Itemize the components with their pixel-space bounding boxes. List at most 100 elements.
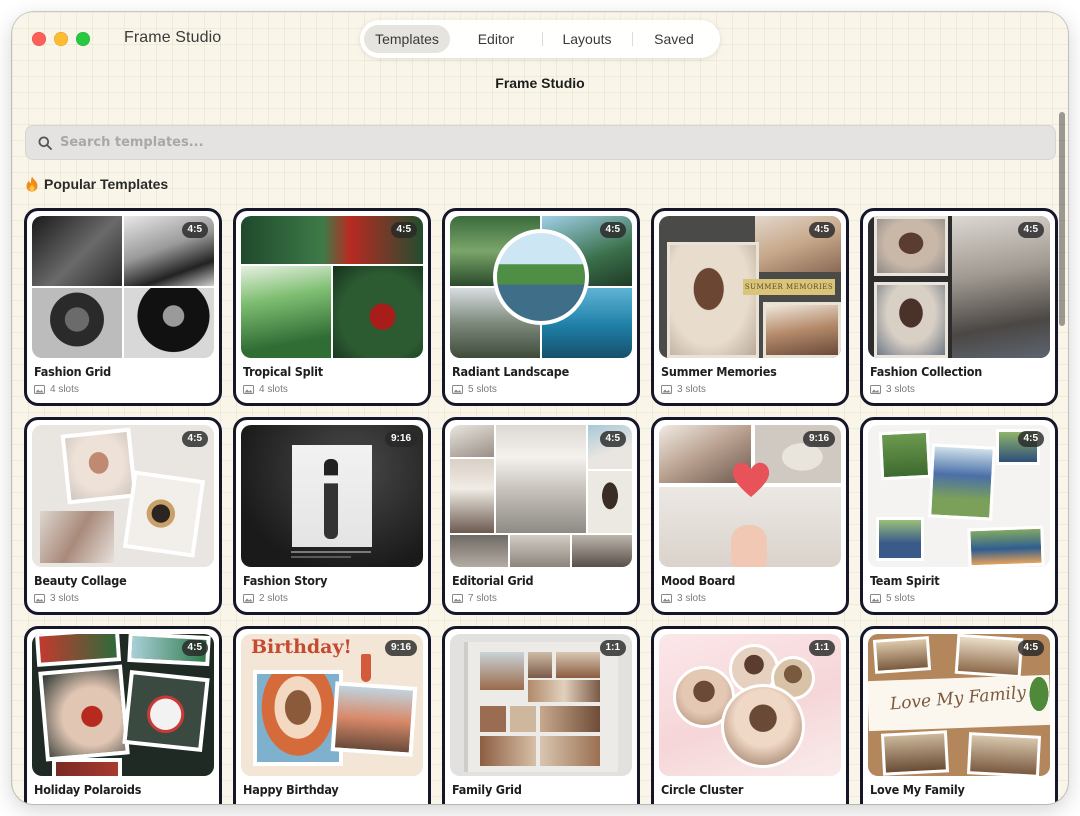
section-header: Popular Templates bbox=[25, 176, 168, 192]
page-title: Frame Studio bbox=[495, 75, 585, 91]
template-name: Happy Birthday bbox=[243, 782, 339, 797]
template-name: Holiday Polaroids bbox=[34, 782, 142, 797]
flame-icon bbox=[26, 176, 38, 192]
summer-banner-text: SUMMER MEMORIES bbox=[743, 279, 835, 295]
ratio-badge: 4:5 bbox=[599, 222, 626, 238]
ratio-badge: 4:5 bbox=[181, 222, 208, 238]
template-thumbnail: Love My Family 4:5 bbox=[868, 634, 1050, 776]
ratio-badge: 9:16 bbox=[384, 431, 417, 447]
tab-saved[interactable]: Saved bbox=[632, 25, 716, 53]
minimize-window-button[interactable] bbox=[54, 32, 68, 46]
template-thumbnail: Birthday! 9:16 bbox=[241, 634, 423, 776]
window-controls bbox=[32, 32, 90, 46]
template-card[interactable]: 4:5 Radiant Landscape 5 slots bbox=[442, 208, 640, 406]
ratio-badge: 4:5 bbox=[599, 431, 626, 447]
ratio-badge: 4:5 bbox=[1017, 222, 1044, 238]
template-card[interactable]: 9:16 Mood Board 3 slots bbox=[651, 417, 849, 615]
template-card[interactable]: 1:1 Circle Cluster bbox=[651, 626, 849, 804]
slot-count: 4 slots bbox=[34, 384, 79, 395]
template-card[interactable]: 4:5 Tropical Split 4 slots bbox=[233, 208, 431, 406]
template-card[interactable]: 9:16 Fashion Story 2 slots bbox=[233, 417, 431, 615]
template-thumbnail: 9:16 bbox=[241, 425, 423, 567]
search-bar bbox=[25, 125, 1056, 160]
template-thumbnail: 4:5 bbox=[868, 425, 1050, 567]
vertical-scrollbar[interactable] bbox=[1059, 112, 1065, 326]
search-input[interactable] bbox=[60, 135, 660, 150]
template-name: Family Grid bbox=[452, 782, 522, 797]
search-icon bbox=[38, 136, 52, 150]
template-thumbnail: 4:5 bbox=[450, 425, 632, 567]
template-thumbnail: 4:5 bbox=[241, 216, 423, 358]
template-card[interactable]: 4:5 Team Spirit 5 slots bbox=[860, 417, 1058, 615]
slot-count: 2 slots bbox=[243, 593, 288, 604]
template-name: Radiant Landscape bbox=[452, 364, 570, 379]
template-name: Tropical Split bbox=[243, 364, 323, 379]
photo-icon bbox=[243, 594, 254, 603]
template-thumbnail: 1:1 bbox=[450, 634, 632, 776]
template-grid: 4:5 Fashion Grid 4 slots 4:5 Tropical Sp… bbox=[24, 208, 1059, 804]
ratio-badge: 4:5 bbox=[808, 222, 835, 238]
close-window-button[interactable] bbox=[32, 32, 46, 46]
ratio-badge: 9:16 bbox=[802, 431, 835, 447]
ratio-badge: 4:5 bbox=[390, 222, 417, 238]
slot-count: 5 slots bbox=[870, 593, 915, 604]
template-name: Summer Memories bbox=[661, 364, 777, 379]
ratio-badge: 9:16 bbox=[384, 640, 417, 656]
template-name: Fashion Story bbox=[243, 573, 328, 588]
tab-layouts[interactable]: Layouts bbox=[542, 25, 632, 53]
template-thumbnail: SUMMER MEMORIES 4:5 bbox=[659, 216, 841, 358]
slot-count: 7 slots bbox=[452, 593, 497, 604]
template-thumbnail: 4:5 bbox=[450, 216, 632, 358]
photo-icon bbox=[452, 385, 463, 394]
template-card[interactable]: SUMMER MEMORIES 4:5 Summer Memories 3 sl… bbox=[651, 208, 849, 406]
template-name: Fashion Grid bbox=[34, 364, 112, 379]
template-card[interactable]: Birthday! 9:16 Happy Birthday bbox=[233, 626, 431, 804]
template-name: Love My Family bbox=[870, 782, 965, 797]
photo-icon bbox=[870, 385, 881, 394]
photo-icon bbox=[870, 594, 881, 603]
nav-segmented-control: Templates Editor Layouts Saved bbox=[360, 20, 720, 58]
slot-count: 3 slots bbox=[661, 384, 706, 395]
template-card[interactable]: 4:5 Holiday Polaroids bbox=[24, 626, 222, 804]
slot-count: 5 slots bbox=[452, 384, 497, 395]
photo-icon bbox=[34, 594, 45, 603]
template-card[interactable]: 4:5 Beauty Collage 3 slots bbox=[24, 417, 222, 615]
zoom-window-button[interactable] bbox=[76, 32, 90, 46]
template-thumbnail: 4:5 bbox=[32, 634, 214, 776]
template-thumbnail: 1:1 bbox=[659, 634, 841, 776]
ratio-badge: 1:1 bbox=[808, 640, 835, 656]
template-thumbnail: 4:5 bbox=[32, 216, 214, 358]
photo-icon bbox=[661, 594, 672, 603]
app-window: Frame Studio Templates Editor Layouts Sa… bbox=[12, 12, 1068, 804]
photo-icon bbox=[452, 594, 463, 603]
template-name: Editorial Grid bbox=[452, 573, 534, 588]
slot-count: 3 slots bbox=[661, 593, 706, 604]
template-thumbnail: 4:5 bbox=[868, 216, 1050, 358]
template-thumbnail: 4:5 bbox=[32, 425, 214, 567]
slot-count: 4 slots bbox=[243, 384, 288, 395]
ratio-badge: 4:5 bbox=[181, 431, 208, 447]
tab-editor[interactable]: Editor bbox=[450, 25, 542, 53]
template-thumbnail: 9:16 bbox=[659, 425, 841, 567]
template-card[interactable]: 4:5 Editorial Grid 7 slots bbox=[442, 417, 640, 615]
slot-count: 3 slots bbox=[870, 384, 915, 395]
section-title: Popular Templates bbox=[44, 176, 169, 192]
app-name: Frame Studio bbox=[124, 29, 222, 46]
template-card[interactable]: Love My Family 4:5 Love My Family bbox=[860, 626, 1058, 804]
photo-icon bbox=[661, 385, 672, 394]
template-card[interactable]: 4:5 Fashion Grid 4 slots bbox=[24, 208, 222, 406]
template-card[interactable]: 1:1 Family Grid bbox=[442, 626, 640, 804]
template-card[interactable]: 4:5 Fashion Collection 3 slots bbox=[860, 208, 1058, 406]
photo-icon bbox=[243, 385, 254, 394]
template-name: Fashion Collection bbox=[870, 364, 983, 379]
ratio-badge: 4:5 bbox=[1017, 640, 1044, 656]
ratio-badge: 4:5 bbox=[181, 640, 208, 656]
template-name: Beauty Collage bbox=[34, 573, 127, 588]
template-name: Team Spirit bbox=[870, 573, 940, 588]
tab-templates[interactable]: Templates bbox=[364, 25, 450, 53]
photo-icon bbox=[34, 385, 45, 394]
template-name: Mood Board bbox=[661, 573, 736, 588]
template-name: Circle Cluster bbox=[661, 782, 744, 797]
ratio-badge: 4:5 bbox=[1017, 431, 1044, 447]
slot-count: 3 slots bbox=[34, 593, 79, 604]
